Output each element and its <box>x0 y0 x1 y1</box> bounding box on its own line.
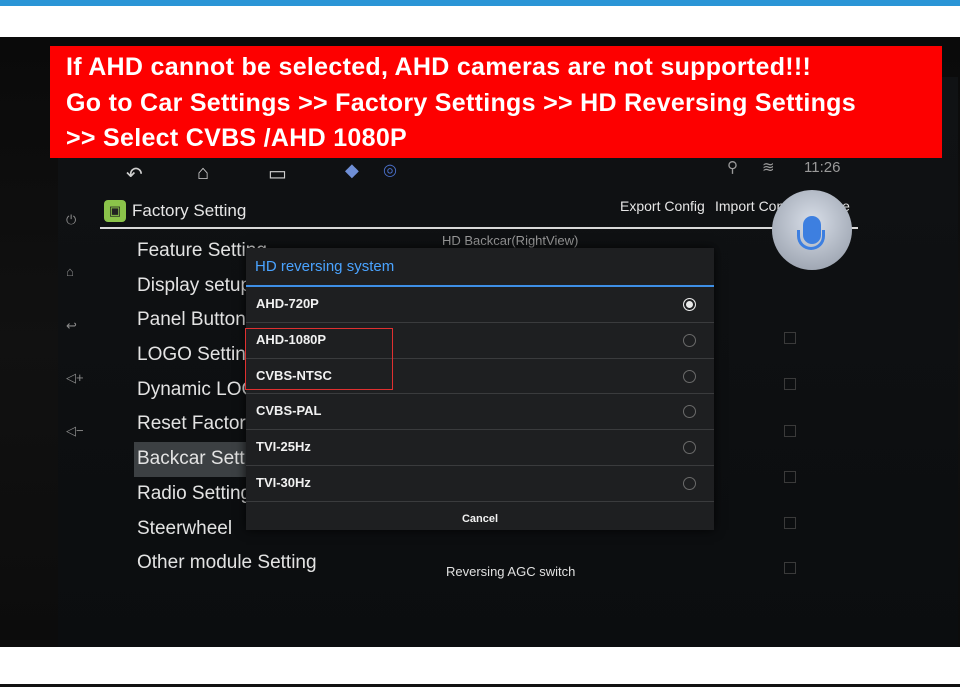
hd-backcar-label: HD Backcar(RightView) <box>442 233 579 248</box>
menu-item-backcar-setting[interactable]: Backcar Setting <box>134 442 270 477</box>
reversing-agc-label: Reversing AGC switch <box>446 564 576 579</box>
home-hw-icon[interactable]: ⌂ <box>66 264 74 279</box>
power-icon[interactable]: ⏻ <box>66 212 76 228</box>
top-accent-bar <box>0 0 960 6</box>
banner-line-1: If AHD cannot be selected, AHD cameras a… <box>66 53 812 81</box>
banner-line-3: >> Select CVBS /AHD 1080P <box>66 124 407 152</box>
export-config-button[interactable]: Export Config <box>620 198 705 214</box>
voice-assistant-button[interactable] <box>772 190 852 270</box>
instruction-banner: If AHD cannot be selected, AHD cameras a… <box>50 46 942 158</box>
page-title: ▣ Factory Setting <box>104 200 246 222</box>
agc-checkbox[interactable] <box>784 562 796 574</box>
home-icon[interactable]: ⌂ <box>197 162 209 185</box>
menu-item-other-module-setting[interactable]: Other module Setting <box>137 546 317 581</box>
header-divider <box>100 227 858 229</box>
compass-icon[interactable]: ◎ <box>383 160 397 180</box>
radio-icon[interactable] <box>683 333 696 347</box>
microphone-icon <box>797 216 825 250</box>
option-tvi-25hz[interactable]: TVI-25Hz <box>246 430 714 466</box>
dialog-title: HD reversing system <box>246 248 714 287</box>
android-icon: ▣ <box>104 200 126 222</box>
option-label: TVI-30Hz <box>256 474 311 490</box>
back-icon[interactable]: ↶ <box>126 162 143 187</box>
volume-down-icon[interactable]: ◁− <box>66 423 84 439</box>
radio-icon[interactable] <box>683 405 696 419</box>
option-cvbs-pal[interactable]: CVBS-PAL <box>246 394 714 431</box>
radio-icon[interactable] <box>683 369 696 383</box>
location-icon: ⚲ <box>727 159 738 176</box>
option-ahd-720p[interactable]: AHD-720P <box>246 287 714 323</box>
page-title-text: Factory Setting <box>132 201 247 220</box>
radio-icon[interactable] <box>683 441 696 455</box>
option-label: AHD-720P <box>256 296 319 311</box>
wifi-icon: ≋ <box>762 159 775 176</box>
recent-apps-icon[interactable]: ▭ <box>268 161 287 186</box>
annotation-highlight-box <box>245 328 393 390</box>
status-time: 11:26 <box>804 159 841 176</box>
option-tvi-30hz[interactable]: TVI-30Hz <box>246 466 714 502</box>
setting-checkbox[interactable] <box>784 378 796 390</box>
setting-checkbox[interactable] <box>784 332 796 344</box>
banner-line-2: Go to Car Settings >> Factory Settings >… <box>66 88 856 117</box>
option-label: TVI-25Hz <box>256 439 311 455</box>
setting-checkbox[interactable] <box>784 471 796 483</box>
setting-checkbox[interactable] <box>784 517 796 529</box>
option-label: CVBS-PAL <box>256 403 322 419</box>
volume-up-icon[interactable]: ◁+ <box>66 370 84 386</box>
cancel-button[interactable]: Cancel <box>246 502 714 536</box>
back-hw-icon[interactable]: ↩ <box>66 318 77 334</box>
radio-selected-icon[interactable] <box>683 298 696 311</box>
setting-checkbox[interactable] <box>784 425 796 437</box>
app-icon[interactable]: ◆ <box>345 160 359 181</box>
radio-icon[interactable] <box>683 476 696 490</box>
